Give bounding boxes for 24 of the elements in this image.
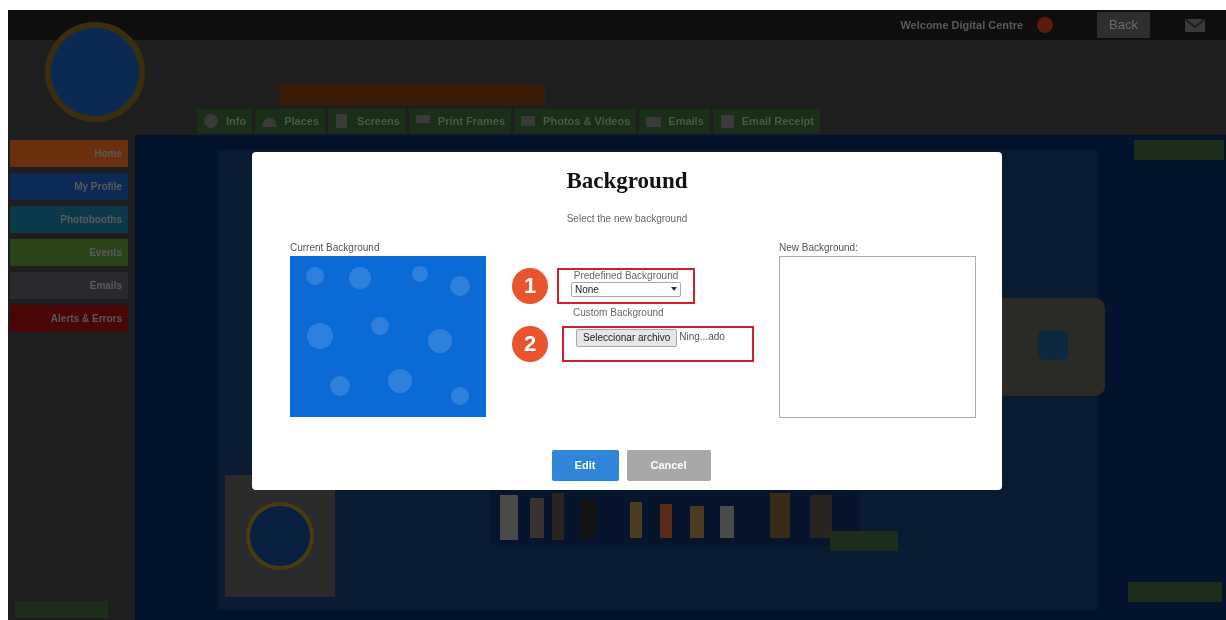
- cancel-button[interactable]: Cancel: [626, 449, 711, 481]
- background-select[interactable]: None: [571, 281, 681, 297]
- back-button[interactable]: Back: [1097, 12, 1150, 38]
- predefined-label: Predefined Background: [573, 269, 679, 282]
- dropdown-icon: [671, 287, 677, 291]
- sidebar-item[interactable]: Home: [10, 140, 128, 167]
- custom-label: Custom Background: [573, 305, 665, 320]
- file-status: Ning...ado: [679, 329, 725, 344]
- new-background-label: New Background:: [779, 240, 859, 255]
- sidebar-item[interactable]: Alerts & Errors: [10, 305, 128, 332]
- step-marker: 1: [512, 267, 548, 304]
- choose-file-button[interactable]: Seleccionar archivo: [576, 328, 678, 347]
- edit-button[interactable]: Edit: [551, 449, 619, 481]
- current-label: Current Background: [290, 240, 381, 255]
- step-marker: 2: [512, 325, 548, 362]
- bottom-button[interactable]: [830, 531, 898, 551]
- welcome-text: Welcome Digital Centre: [900, 17, 1024, 33]
- dialog-subtitle: Select the new background: [566, 211, 688, 226]
- private-button[interactable]: [1128, 582, 1222, 602]
- sidebar-item[interactable]: Photobooths: [10, 206, 128, 233]
- screensaver-button[interactable]: [1134, 140, 1224, 160]
- dialog-title: Background: [566, 167, 688, 195]
- sidebar-item[interactable]: My Profile: [10, 173, 128, 200]
- sidebar-item[interactable]: Events: [10, 239, 128, 266]
